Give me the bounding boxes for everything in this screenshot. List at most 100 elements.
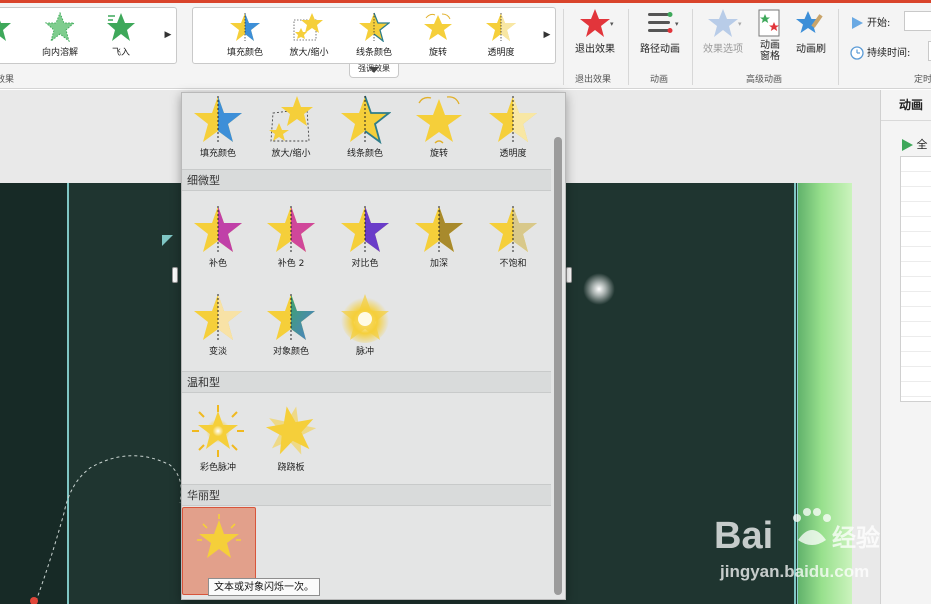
entrance-effects-gallery: 向内溶解 飞入 ▶: [0, 7, 177, 64]
ribbon-separator: [692, 9, 693, 85]
star-line-color-icon: [341, 95, 391, 145]
animation-pane: 动画 全: [880, 90, 931, 604]
star-desaturate-icon: [489, 206, 537, 252]
effect-grow-shrink[interactable]: 放大/缩小: [255, 93, 327, 169]
gallery-item-fill-color[interactable]: 填充颜色: [215, 12, 275, 62]
star-grow-shrink-icon: [293, 13, 323, 41]
star-pulse-icon: [341, 294, 389, 343]
star-teeter-icon: [265, 406, 317, 455]
star-spin-icon: [416, 96, 462, 144]
star-fill-color-icon: [230, 13, 260, 41]
gallery-item-dissolve-in[interactable]: 向内溶解: [30, 12, 90, 62]
group-label-entrance: 效果: [0, 75, 15, 85]
effect-options-star-icon: [708, 9, 738, 37]
baidu-watermark: Bai 经验 jingyan.baidu.com: [712, 500, 882, 590]
gallery-item-spin[interactable]: 旋转: [408, 12, 468, 62]
animation-ribbon: 向内溶解 飞入 ▶ 填充颜色 放大/缩小 线条颜色 旋转 透明度 ▶ 效果 退出…: [0, 3, 931, 89]
play-icon: [852, 17, 863, 29]
start-select[interactable]: [904, 11, 931, 31]
star-line-color-icon: [359, 12, 390, 42]
watermark-url: jingyan.baidu.com: [720, 562, 870, 581]
effect-lighten[interactable]: 变淡: [182, 291, 254, 367]
slide-glow-dot: [583, 273, 615, 305]
clock-icon: [850, 46, 864, 60]
star-exit-icon: [580, 9, 610, 37]
star-transparency-icon: [486, 13, 516, 41]
ribbon-separator: [628, 9, 629, 85]
path-animation-button[interactable]: 路径动画: [635, 8, 685, 55]
pane-separator: [881, 120, 931, 121]
star-complementary-2-icon: [267, 206, 315, 252]
effect-complementary[interactable]: 补色: [182, 203, 254, 279]
section-header-moderate: 温和型: [182, 371, 551, 393]
effect-tooltip: 文本或对象闪烁一次。: [208, 578, 320, 596]
gallery-expand-arrow-icon[interactable]: [368, 66, 380, 74]
gallery-item-line-color[interactable]: 线条颜色: [344, 12, 404, 62]
exit-effect-button[interactable]: 退出效果: [572, 8, 618, 55]
ribbon-separator: [563, 9, 564, 85]
effect-pulse[interactable]: 脉冲: [329, 291, 401, 367]
play-icon: [902, 139, 913, 151]
effect-object-color[interactable]: 对象颜色: [255, 291, 327, 367]
dropdown-scrollbar[interactable]: [554, 137, 562, 595]
emphasis-effects-dropdown: 填充颜色 放大/缩小 线条颜色 旋转 透明度 细微型 补色 补色 2 对比色 加…: [181, 92, 566, 600]
star-partial-icon: [0, 20, 11, 41]
group-label-advanced: 高级动画: [746, 75, 783, 85]
effect-desaturate[interactable]: 不饱和: [477, 203, 549, 279]
ribbon-separator: [838, 9, 839, 85]
animation-pane-button[interactable]: 动画 窗格: [753, 8, 787, 62]
effect-fill-color[interactable]: 填充颜色: [182, 93, 254, 169]
star-color-pulse-icon: [192, 405, 244, 457]
gallery-scroll-right-icon[interactable]: ▶: [542, 30, 552, 44]
star-complementary-icon: [194, 206, 242, 252]
effect-transparency[interactable]: 透明度: [477, 93, 549, 169]
effect-complementary-2[interactable]: 补色 2: [255, 203, 327, 279]
gallery-item-partial[interactable]: [0, 12, 27, 62]
effect-line-color[interactable]: 线条颜色: [329, 93, 401, 169]
animation-pane-title: 动画: [899, 98, 924, 112]
star-darken-icon: [415, 206, 463, 252]
motion-path-icon: [648, 12, 673, 33]
animation-painter-icon: [796, 11, 823, 33]
star-spin-icon: [424, 13, 452, 40]
group-label-exit: 退出效果: [575, 75, 612, 85]
section-header-exciting: 华丽型: [182, 484, 551, 506]
star-fly-in-icon: [107, 13, 135, 41]
effect-spin[interactable]: 旋转: [403, 93, 475, 169]
baidu-logo: Bai 经验: [714, 508, 880, 557]
gallery-item-transparency[interactable]: 透明度: [471, 12, 531, 62]
effect-options-dropdown-icon[interactable]: ▾: [738, 20, 742, 28]
timing-start-row: 开始:: [850, 14, 890, 30]
effect-color-pulse[interactable]: 彩色脉冲: [182, 403, 254, 479]
effect-teeter[interactable]: 跷跷板: [255, 403, 327, 479]
star-contrast-icon: [341, 206, 389, 252]
star-lighten-icon: [194, 294, 242, 340]
gallery-scroll-right-icon[interactable]: ▶: [163, 30, 173, 44]
section-header-subtle: 细微型: [182, 169, 551, 191]
animation-list[interactable]: [900, 156, 931, 402]
effect-options-button[interactable]: 效果选项: [699, 8, 747, 55]
star-dissolve-icon: [45, 12, 75, 42]
star-flicker-icon: [197, 514, 241, 558]
timing-duration-row: 持续时间:: [850, 44, 910, 60]
play-all-button[interactable]: 全: [901, 136, 928, 152]
group-label-animation: 动画: [650, 75, 669, 85]
star-transparency-icon: [489, 96, 537, 142]
selection-handle[interactable]: [566, 267, 572, 283]
path-dropdown-icon[interactable]: ▾: [675, 20, 679, 28]
effect-darken[interactable]: 加深: [403, 203, 475, 279]
exit-dropdown-icon[interactable]: ▾: [610, 20, 614, 28]
group-label-timing: 定时: [914, 75, 931, 85]
emphasis-effects-gallery: 填充颜色 放大/缩小 线条颜色 旋转 透明度 ▶: [192, 7, 556, 64]
star-fill-color-icon: [194, 96, 242, 142]
effect-contrast[interactable]: 对比色: [329, 203, 401, 279]
star-object-color-icon: [267, 294, 315, 340]
animation-pane-icon: [758, 9, 780, 37]
svg-text:Bai: Bai: [714, 515, 773, 557]
svg-text:经验: 经验: [832, 524, 880, 552]
star-grow-shrink-icon: [269, 96, 313, 142]
gallery-item-fly-in[interactable]: 飞入: [91, 12, 151, 62]
path-start-marker: [30, 597, 38, 604]
animation-painter-button[interactable]: 动画刷: [793, 8, 829, 55]
gallery-item-grow-shrink[interactable]: 放大/缩小: [279, 12, 339, 62]
